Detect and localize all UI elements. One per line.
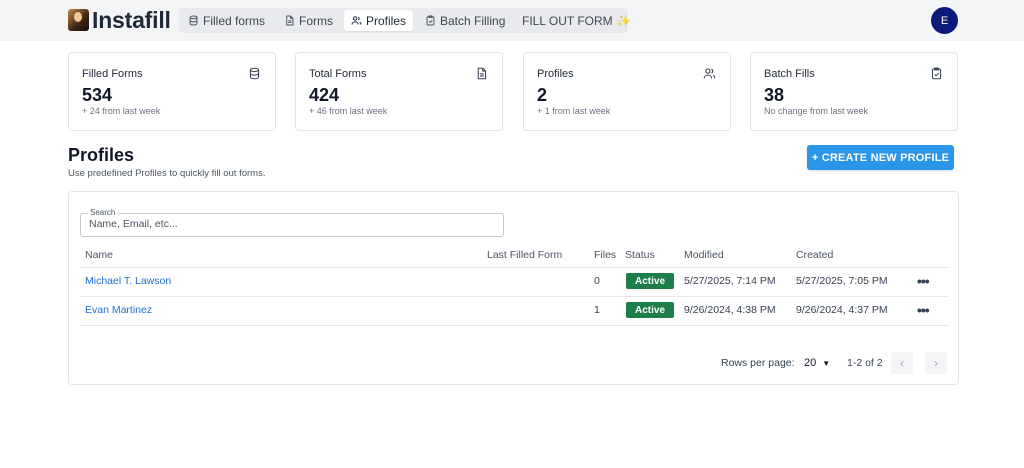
files-count: 0 <box>594 275 600 287</box>
nav-batch-filling-label: Batch Filling <box>440 13 506 28</box>
nav-forms-label: Forms <box>299 13 333 28</box>
rows-per-page-value: 20 <box>804 357 817 369</box>
column-header-modified[interactable]: Modified <box>684 249 724 261</box>
database-icon <box>189 15 198 26</box>
clipboard-check-icon <box>426 15 435 26</box>
column-header-created[interactable]: Created <box>796 249 833 261</box>
modified-date: 5/27/2025, 7:14 PM <box>684 275 776 287</box>
avatar[interactable]: E <box>931 7 958 34</box>
file-text-icon <box>286 15 294 26</box>
stat-card-batch-fills: Batch Fills 38 No change from last week <box>750 52 958 131</box>
row-divider <box>80 325 949 326</box>
created-date: 9/26/2024, 4:37 PM <box>796 304 888 316</box>
caret-down-icon: ▼ <box>822 358 831 368</box>
file-text-icon <box>477 67 487 80</box>
column-header-status[interactable]: Status <box>625 249 655 261</box>
stat-card-profiles: Profiles 2 + 1 from last week <box>523 52 731 131</box>
next-page-button[interactable]: › <box>925 352 947 374</box>
table-row[interactable]: Michael T. Lawson 0 Active 5/27/2025, 7:… <box>80 267 949 296</box>
nav-forms[interactable]: Forms <box>284 10 333 31</box>
profile-name-link[interactable]: Michael T. Lawson <box>85 275 171 287</box>
nav-filled-forms[interactable]: Filled forms <box>188 10 265 31</box>
stat-title: Total Forms <box>309 68 367 80</box>
rows-per-page-select[interactable]: 20 ▼ <box>804 354 830 372</box>
nav-profiles[interactable]: Profiles <box>344 10 414 31</box>
create-new-profile-button[interactable]: + CREATE NEW PROFILE <box>807 145 954 170</box>
logo-icon <box>68 9 89 31</box>
nav-batch-filling[interactable]: Batch Filling <box>425 10 505 31</box>
search-label: Search <box>88 208 118 217</box>
stat-value: 38 <box>764 85 785 105</box>
column-header-last-filled-form[interactable]: Last Filled Form <box>487 249 562 261</box>
search-field[interactable]: Search <box>80 208 504 237</box>
more-options-icon[interactable]: ••• <box>917 273 930 289</box>
more-options-icon[interactable]: ••• <box>917 302 930 318</box>
rows-per-page-label: Rows per page: <box>721 357 795 369</box>
files-count: 1 <box>594 304 600 316</box>
column-header-files[interactable]: Files <box>594 249 616 261</box>
nav-fill-out-form-label: FILL OUT FORM ✨ <box>522 13 631 28</box>
profile-name-link[interactable]: Evan Martinez <box>85 304 152 316</box>
logo[interactable]: Instafill <box>68 6 171 33</box>
page-subtitle: Use predefined Profiles to quickly fill … <box>68 168 266 179</box>
users-icon <box>351 16 362 25</box>
search-input[interactable] <box>89 218 489 230</box>
status-badge: Active <box>626 273 674 289</box>
stat-change: + 1 from last week <box>537 106 611 116</box>
stat-value: 424 <box>309 85 340 105</box>
stat-title: Profiles <box>537 68 574 80</box>
stat-change: No change from last week <box>764 106 869 116</box>
stat-title: Batch Fills <box>764 68 815 80</box>
stat-title: Filled Forms <box>82 68 143 80</box>
pagination-range: 1-2 of 2 <box>847 357 883 369</box>
users-icon <box>703 68 716 79</box>
nav-fill-out-form[interactable]: FILL OUT FORM ✨ <box>522 10 631 31</box>
nav-profiles-label: Profiles <box>366 13 407 28</box>
stat-change: + 46 from last week <box>309 106 388 116</box>
main-nav: Filled forms Forms Profiles Batch Fillin… <box>179 8 631 33</box>
page-title: Profiles <box>68 145 135 165</box>
table-row[interactable]: Evan Martinez 1 Active 9/26/2024, 4:38 P… <box>80 296 949 325</box>
previous-page-button[interactable]: ‹ <box>891 352 913 374</box>
profiles-table-panel: Search Name Last Filled Form Files Statu… <box>68 191 959 385</box>
stat-change: + 24 from last week <box>82 106 161 116</box>
app-name: Instafill <box>92 6 171 33</box>
top-bar: Instafill Filled forms Forms Profiles Ba… <box>0 0 1024 41</box>
modified-date: 9/26/2024, 4:38 PM <box>684 304 776 316</box>
database-icon <box>249 67 260 80</box>
clipboard-check-icon <box>931 67 942 80</box>
stat-card-total-forms: Total Forms 424 + 46 from last week <box>295 52 503 131</box>
stat-value: 2 <box>537 85 548 105</box>
stat-card-filled-forms: Filled Forms 534 + 24 from last week <box>68 52 276 131</box>
created-date: 5/27/2025, 7:05 PM <box>796 275 888 287</box>
status-badge: Active <box>626 302 674 318</box>
nav-filled-forms-label: Filled forms <box>203 13 266 28</box>
column-header-name[interactable]: Name <box>85 249 113 261</box>
stat-value: 534 <box>82 85 113 105</box>
